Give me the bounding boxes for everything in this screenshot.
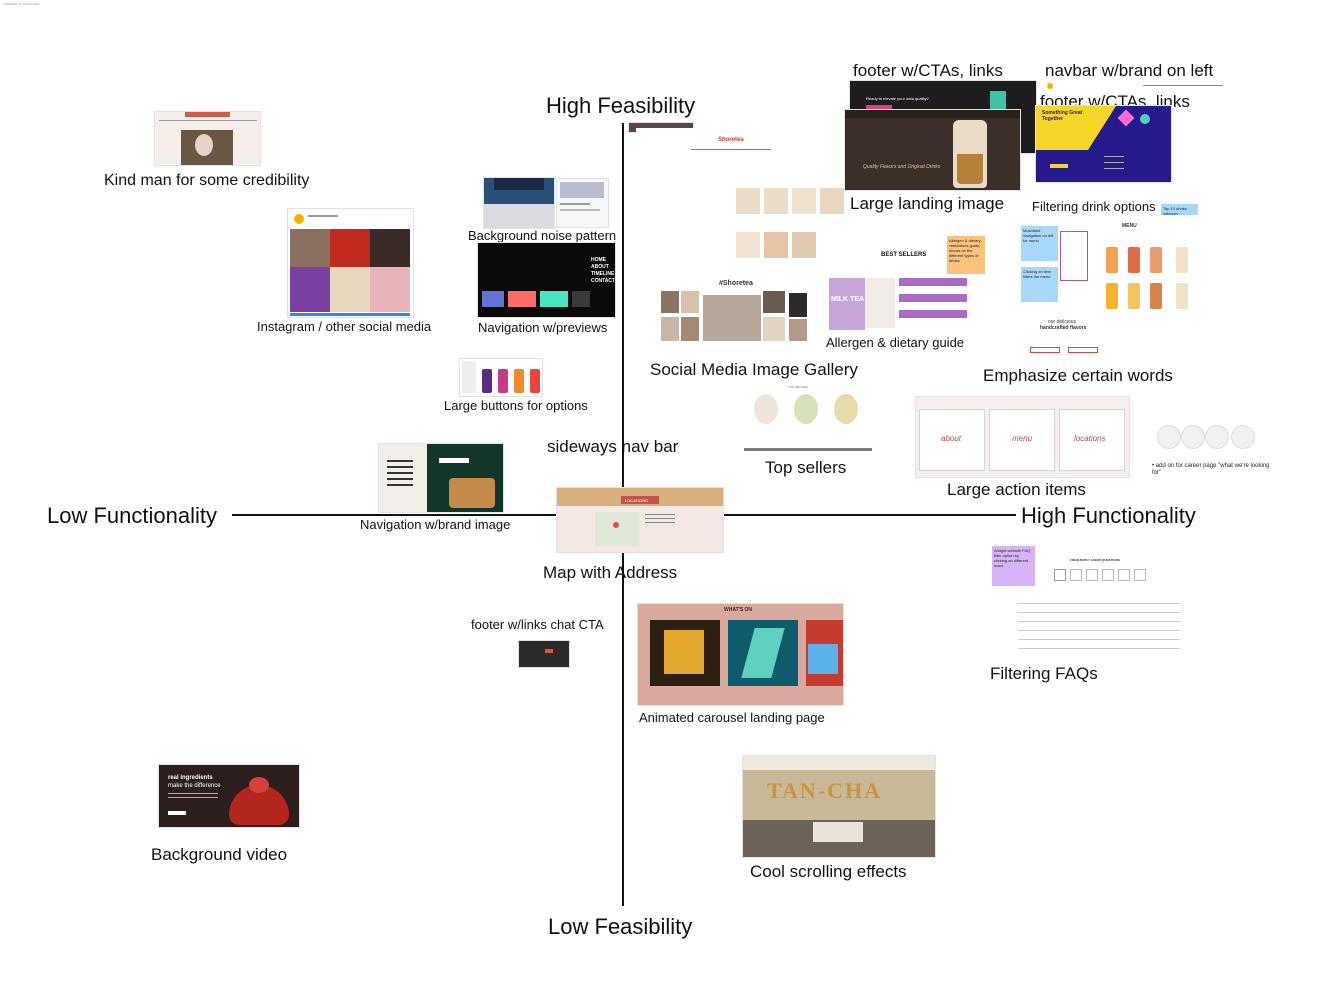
large-landing-thumbnail[interactable]: Quality Flavors and Original Drinks <box>845 110 1020 190</box>
tan-cha-text: TAN-CHA <box>767 778 883 803</box>
card-label-emphasize: Emphasize certain words <box>983 366 1173 385</box>
canvas-caption: Feasibility vs. Functionality <box>4 2 40 6</box>
navbar-brand-left-thumbnail[interactable] <box>1043 81 1229 90</box>
footer-chat-thumbnail[interactable] <box>519 641 569 667</box>
menu-heading-text: MENU <box>1122 223 1137 229</box>
card-label-sideways-nav: sideways nav bar <box>547 437 679 456</box>
milk-tea-text: MILK TEA <box>831 296 865 303</box>
nav-previews-menu-text: HOME ABOUT TIMELINE CONTACT <box>591 257 615 284</box>
card-label-footer-chat: footer w/links chat CTA <box>471 617 604 632</box>
make-difference-text: make the difference <box>168 783 221 789</box>
card-label-carousel: Animated carousel landing page <box>639 710 825 725</box>
card-label-map-address: Map with Address <box>543 563 678 582</box>
card-label-large-action: Large action items <box>947 480 1086 499</box>
axis-label-low-feasibility: Low Feasibility <box>548 914 693 939</box>
top-sellers-small-title: TOP SELLERS <box>788 385 809 389</box>
mushland-sticky-note: Mushland navigation on left for menu <box>1021 226 1058 261</box>
social-gallery-thumbnail[interactable] <box>659 291 809 343</box>
bg-noise-thumb-2[interactable] <box>557 179 608 227</box>
whats-on-text: WHAT'S ON <box>724 607 753 613</box>
nav-previews-thumbnail[interactable]: HOME ABOUT TIMELINE CONTACT <box>478 243 615 317</box>
card-label-kind-man: Kind man for some credibility <box>104 172 310 189</box>
footer-ctas-navy-thumbnail[interactable]: Something Great Together <box>1036 106 1171 182</box>
shoretea-logo: Shoretea <box>718 137 744 143</box>
ready-elevate-text: Ready to elevate your data quality? <box>866 96 929 101</box>
locations-text: locations <box>1074 434 1106 443</box>
menu-text: menu <box>1012 434 1033 443</box>
card-label-large-buttons: Large buttons for options <box>444 398 588 413</box>
social-gallery-hashtag: #Shoretea <box>719 280 753 287</box>
axis-label-high-functionality: High Functionality <box>1021 503 1196 528</box>
shoretea-site-thumbnail[interactable]: Shoretea <box>636 128 850 270</box>
card-label-filtering-faqs: Filtering FAQs <box>990 664 1098 683</box>
kind-man-thumbnail[interactable] <box>155 112 260 165</box>
faq-title-text: FREQUENTLY ASKED QUESTIONS <box>1070 558 1120 562</box>
large-buttons-thumbnail[interactable] <box>460 359 542 396</box>
nav-brand-thumbnail[interactable] <box>379 444 503 512</box>
handcrafted-text: handcrafted flavors <box>1040 325 1087 331</box>
about-text: about <box>941 434 962 443</box>
card-label-allergen: Allergen & dietary guide <box>826 335 965 350</box>
horizontal-axis-right <box>722 514 1016 516</box>
bg-video-thumbnail[interactable]: real ingredients make the difference <box>159 765 299 827</box>
locations-header-text: LOCATIONS <box>625 498 648 503</box>
card-label-nav-previews: Navigation w/previews <box>478 320 608 335</box>
allergen-sticky-note: Allergen & dietary restrictions guide, s… <box>947 236 985 274</box>
career-values-thumbnail[interactable] <box>1150 410 1260 456</box>
card-label-nav-brand: Navigation w/brand image <box>360 517 511 532</box>
top-sellers-thumbnail[interactable]: TOP SELLERS <box>744 384 872 454</box>
clicking-sticky-note: Clicking on item filters the menu <box>1021 267 1058 302</box>
card-label-large-landing: Large landing image <box>850 194 1005 213</box>
real-ingredients-text: real ingredients <box>168 775 213 781</box>
card-label-social-gallery: Social Media Image Gallery <box>650 360 858 379</box>
bg-noise-thumb-1[interactable] <box>484 178 554 228</box>
card-label-scrolling: Cool scrolling effects <box>750 862 907 881</box>
scrolling-thumbnail[interactable]: TAN-CHA <box>743 756 935 857</box>
carousel-thumbnail[interactable]: WHAT'S ON <box>638 604 843 705</box>
card-label-bg-video: Background video <box>151 845 288 864</box>
something-great-text: Something Great Together <box>1042 110 1083 122</box>
instagram-thumbnail[interactable] <box>288 209 413 317</box>
map-address-thumbnail[interactable]: LOCATIONS <box>557 488 723 552</box>
best-sellers-text: BEST SELLERS <box>881 252 927 258</box>
card-label-instagram: Instagram / other social media <box>257 319 432 334</box>
widget-sticky-note: Widget website FAQ filter option by clic… <box>992 546 1035 586</box>
card-label-footer-ctas-1: footer w/CTAs, links <box>853 61 1003 80</box>
career-note-text: add on for career page "what we're looki… <box>1152 463 1270 476</box>
axis-label-high-feasibility: High Feasibility <box>546 93 696 118</box>
large-action-thumbnail[interactable]: about menu locations <box>916 397 1129 477</box>
card-label-navbar-brand-left: navbar w/brand on left <box>1045 61 1214 80</box>
axis-label-low-functionality: Low Functionality <box>47 503 217 528</box>
card-label-filtering-drink: Filtering drink options <box>1032 199 1156 214</box>
card-label-top-sellers: Top sellers <box>765 458 847 477</box>
